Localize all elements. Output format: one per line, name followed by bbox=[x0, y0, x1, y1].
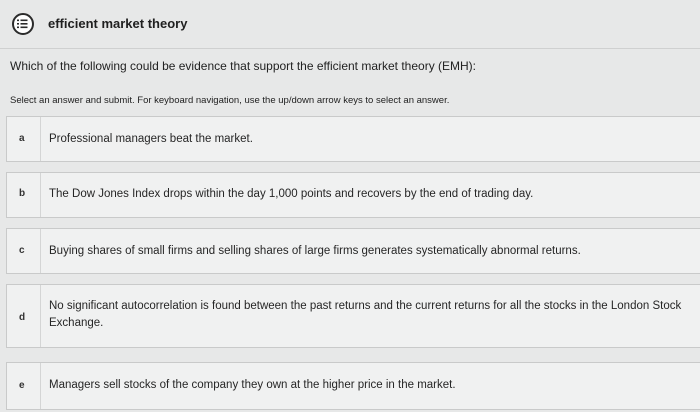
option-text: The Dow Jones Index drops within the day… bbox=[49, 188, 534, 200]
option-letter: e bbox=[19, 380, 25, 391]
option-letter: a bbox=[19, 133, 25, 144]
option-text: No significant autocorrelation is found … bbox=[49, 300, 682, 329]
question-text: Which of the following could be evidence… bbox=[10, 59, 477, 73]
option-text: Professional managers beat the market. bbox=[49, 133, 253, 145]
page-title: efficient market theory bbox=[48, 16, 188, 31]
instructions-text: Select an answer and submit. For keyboar… bbox=[10, 95, 450, 106]
answer-option-a[interactable]: a Professional managers beat the market. bbox=[6, 116, 700, 162]
divider bbox=[40, 363, 41, 409]
divider bbox=[40, 285, 41, 347]
option-letter: d bbox=[19, 312, 26, 323]
option-letter: c bbox=[19, 245, 25, 256]
answer-option-e[interactable]: e Managers sell stocks of the company th… bbox=[6, 362, 700, 410]
divider bbox=[40, 229, 41, 273]
answer-option-b[interactable]: b The Dow Jones Index drops within the d… bbox=[6, 172, 700, 218]
divider bbox=[40, 173, 41, 217]
answer-option-c[interactable]: c Buying shares of small firms and selli… bbox=[6, 228, 700, 274]
answer-option-d[interactable]: d No significant autocorrelation is foun… bbox=[6, 284, 700, 348]
list-icon bbox=[12, 13, 34, 35]
question-header: efficient market theory bbox=[0, 0, 700, 49]
divider bbox=[40, 117, 41, 161]
option-text: Managers sell stocks of the company they… bbox=[49, 379, 456, 391]
option-letter: b bbox=[19, 188, 26, 199]
option-text: Buying shares of small firms and selling… bbox=[49, 245, 581, 257]
